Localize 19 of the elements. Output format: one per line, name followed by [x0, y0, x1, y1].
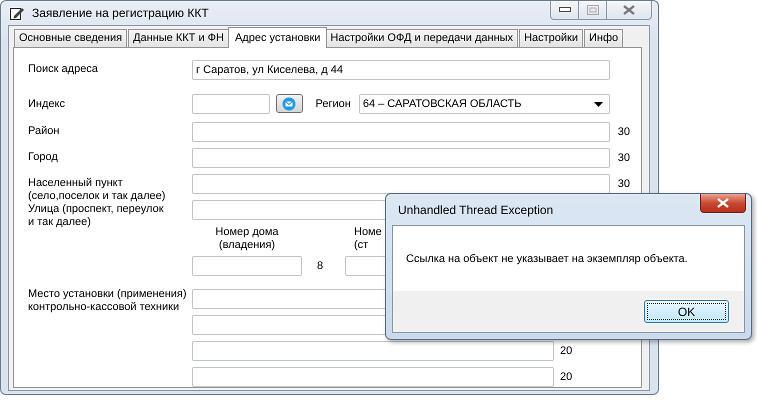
character-limit: 20 [559, 370, 574, 385]
dialog-title: Unhandled Thread Exception [397, 202, 554, 216]
field-label: Номе (ст [353, 226, 383, 253]
field-label: Улица (проспект, переулок и так далее) [28, 202, 165, 229]
field-label: Регион [316, 97, 351, 110]
window-title: Заявление на регистрацию ККТ [32, 6, 210, 20]
field-label: Город [28, 150, 59, 164]
character-limit: 30 [616, 151, 631, 166]
field-label: Поиск адреса [28, 62, 99, 76]
error-message: Ссылка на объект не указывает на экземпляр объекта. [406, 252, 688, 264]
character-limit: 30 [616, 125, 631, 140]
field-label: Номер дома (владения) [214, 226, 280, 253]
field-label: Населенный пункт (село,поселок и так далее) [28, 176, 166, 203]
field-label: Район [28, 124, 60, 138]
character-limit: 30 [616, 177, 631, 192]
field-label: Место установки (применения) контрольно-кассовой техники [28, 287, 188, 314]
field-label: Индекс [28, 97, 66, 111]
character-limit: 8 [316, 259, 324, 274]
character-limit: 20 [559, 344, 574, 359]
